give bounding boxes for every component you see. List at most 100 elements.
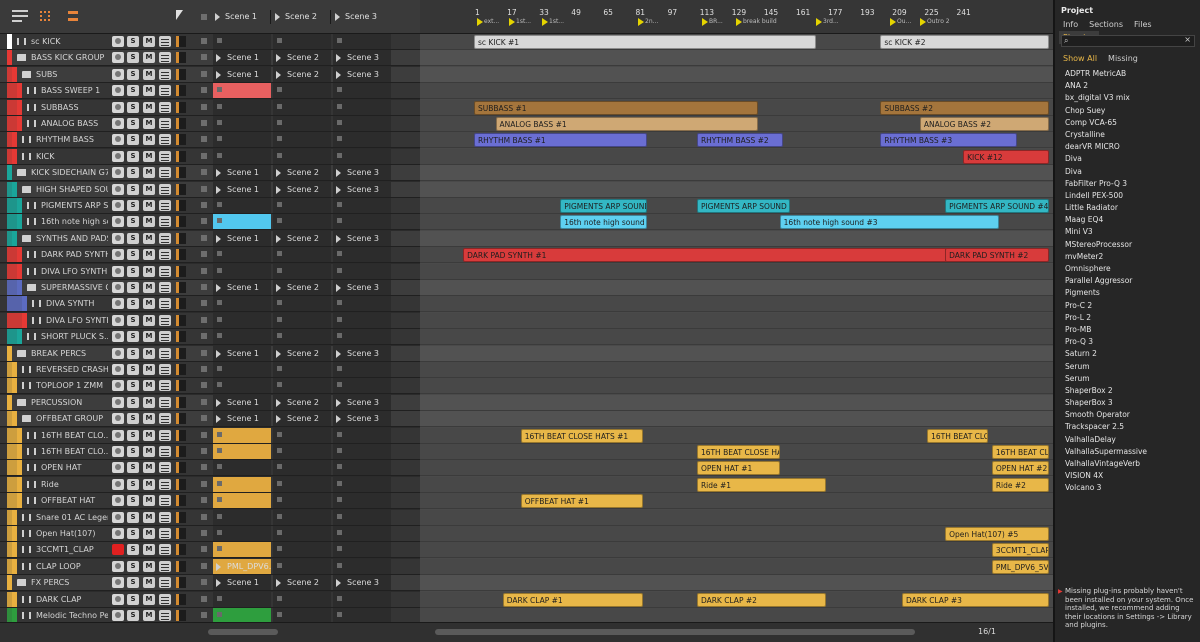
arranger-lane[interactable] xyxy=(420,345,1053,362)
track-name[interactable]: Ride xyxy=(41,477,108,492)
track-menu-icon[interactable] xyxy=(159,101,171,113)
record-arm-button[interactable] xyxy=(112,134,124,146)
solo-button[interactable]: S xyxy=(127,347,139,359)
track-stop-button[interactable] xyxy=(201,152,207,159)
arranger-lane[interactable] xyxy=(420,148,1053,165)
arranger-clip[interactable]: RHYTHM BASS #3 xyxy=(880,133,1018,148)
clip-slot[interactable]: Scene 3 xyxy=(333,230,391,246)
track-row[interactable]: KICK S M xyxy=(0,148,420,165)
arranger-clip[interactable]: 16TH BEAT CLOSE HATS #1 xyxy=(520,428,643,443)
track-menu-icon[interactable] xyxy=(159,446,171,457)
plugin-item[interactable]: Mini V3 xyxy=(1055,226,1200,238)
track-stop-button[interactable] xyxy=(201,38,207,44)
cue-marker-label[interactable]: 1st... xyxy=(516,18,531,25)
clip-slot[interactable] xyxy=(273,198,331,213)
scene-launch-1[interactable]: Scene 1 xyxy=(213,10,271,24)
solo-button[interactable]: S xyxy=(127,314,139,326)
track-stop-button[interactable] xyxy=(201,562,207,569)
clip-slot[interactable] xyxy=(213,460,271,476)
track-menu-icon[interactable] xyxy=(159,85,171,97)
clip-slot[interactable] xyxy=(273,132,331,148)
plugin-item[interactable]: Pigments xyxy=(1055,287,1200,299)
clip-slot[interactable] xyxy=(333,247,391,263)
track-menu-icon[interactable] xyxy=(159,118,171,129)
record-arm-button[interactable] xyxy=(112,396,124,408)
track-name[interactable]: TOPLOOP 1 ZMM xyxy=(36,378,108,393)
track-name[interactable]: ANALOG BASS xyxy=(41,116,108,131)
mute-button[interactable]: M xyxy=(143,298,155,310)
record-arm-button[interactable] xyxy=(112,167,124,179)
cue-marker-icon[interactable] xyxy=(736,18,742,26)
solo-button[interactable]: S xyxy=(127,36,139,47)
plugin-item[interactable]: dearVR MICRO xyxy=(1055,141,1200,153)
track-row[interactable]: SUBS S M Scene 1 Scene 2 Scene 3 xyxy=(0,66,420,83)
solo-button[interactable]: S xyxy=(127,560,139,572)
clip-slot[interactable] xyxy=(213,509,271,525)
arranger-clip[interactable]: 16th note high sound xyxy=(560,215,647,230)
plugin-item[interactable]: VISION 4X xyxy=(1055,470,1200,482)
solo-button[interactable]: S xyxy=(127,446,139,457)
track-stop-button[interactable] xyxy=(201,300,207,307)
plugin-item[interactable]: ValhallaVintageVerb xyxy=(1055,458,1200,470)
record-arm-button[interactable] xyxy=(112,446,124,457)
mute-button[interactable]: M xyxy=(143,314,155,326)
track-row[interactable]: BREAK PERCS S M Scene 1 Scene 2 Scene 3 xyxy=(0,345,420,362)
arranger-clip[interactable]: PML_DPV6_5V_Clap xyxy=(991,559,1050,574)
record-arm-button[interactable] xyxy=(112,85,124,97)
record-arm-button[interactable] xyxy=(112,544,124,556)
track-name[interactable]: RHYTHM BASS xyxy=(36,132,108,147)
tab-files[interactable]: Files xyxy=(1130,18,1156,31)
track-stop-button[interactable] xyxy=(201,267,207,274)
arranger-lane[interactable] xyxy=(420,83,1053,100)
clip-slot[interactable]: Scene 2 xyxy=(273,66,331,82)
track-row[interactable]: sc KICK S M xyxy=(0,34,420,50)
arranger-clip[interactable]: 3CCMT1_CLAP #2 xyxy=(991,543,1050,558)
layout-grid-icon[interactable] xyxy=(40,11,50,21)
track-name[interactable]: 16TH BEAT CLO... xyxy=(41,428,108,443)
track-row[interactable]: HIGH SHAPED SOU... SM Scene 1 Scene 2 Scene … xyxy=(0,181,420,198)
mute-button[interactable]: M xyxy=(143,462,155,474)
track-row[interactable]: 3CCMT1_CLAP S M xyxy=(0,542,420,559)
plugin-item[interactable]: Smooth Operator xyxy=(1055,409,1200,421)
clip-slot[interactable] xyxy=(333,198,391,213)
clip-slot[interactable] xyxy=(333,427,391,443)
plugin-item[interactable]: Pro-MB xyxy=(1055,324,1200,336)
track-stop-button[interactable] xyxy=(201,497,207,504)
clip-slot[interactable]: Scene 2 xyxy=(273,345,331,361)
track-stop-button[interactable] xyxy=(201,87,207,94)
cue-marker-icon[interactable] xyxy=(509,18,515,26)
track-row[interactable]: SUPERMASSIVE G... SM Scene 1 Scene 2 Scene 3 xyxy=(0,280,420,296)
track-name[interactable]: SUBBASS xyxy=(41,100,108,115)
clip-slot[interactable] xyxy=(333,542,391,558)
track-row[interactable]: Ride S M xyxy=(0,476,420,493)
solo-button[interactable]: S xyxy=(127,511,139,523)
track-menu-icon[interactable] xyxy=(159,511,171,523)
record-arm-button[interactable] xyxy=(112,429,124,441)
arranger-lane[interactable] xyxy=(420,296,1053,313)
arranger-lane[interactable] xyxy=(420,509,1053,526)
mute-button[interactable]: M xyxy=(143,478,155,490)
arranger-lane[interactable] xyxy=(420,362,1053,378)
track-row[interactable]: PIGMENTS ARP S... SM xyxy=(0,198,420,214)
track-stop-button[interactable] xyxy=(201,612,207,618)
plugin-item[interactable]: FabFilter Pro-Q 3 xyxy=(1055,178,1200,190)
record-arm-button[interactable] xyxy=(112,36,124,47)
clip-slot[interactable] xyxy=(273,214,331,230)
clip-slot[interactable] xyxy=(213,148,271,164)
solo-button[interactable]: S xyxy=(127,364,139,375)
cue-marker-label[interactable]: break build xyxy=(743,18,777,25)
clip-slot[interactable] xyxy=(273,509,331,525)
clip-slot[interactable] xyxy=(273,460,331,476)
timeline-ruler[interactable]: 1 17 33 49 65 81 97 113 129 145 161 177 193 209 225 241… xyxy=(420,0,1053,34)
track-stop-button[interactable] xyxy=(201,448,207,454)
filter-missing[interactable]: Missing xyxy=(1104,52,1142,65)
clip-slot[interactable]: Scene 2 xyxy=(273,280,331,295)
track-row[interactable]: SHORT PLUCK S... S M xyxy=(0,329,420,346)
tab-info[interactable]: Info xyxy=(1059,18,1082,31)
track-menu-icon[interactable] xyxy=(159,544,171,556)
solo-button[interactable]: S xyxy=(127,331,139,343)
mute-button[interactable]: M xyxy=(143,36,155,47)
record-arm-button[interactable] xyxy=(112,413,124,425)
cue-marker-icon[interactable] xyxy=(890,18,896,26)
clip-slot[interactable] xyxy=(213,312,271,328)
